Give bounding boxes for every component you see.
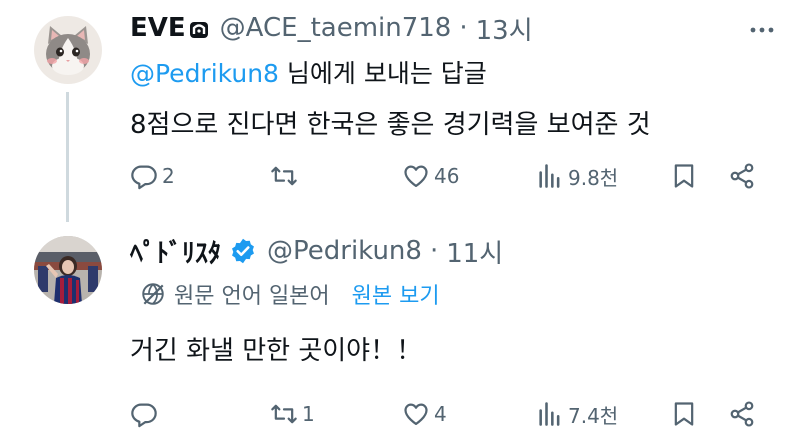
like-button[interactable]: 46 bbox=[402, 156, 459, 196]
handle[interactable]: @ACE_taemin718 bbox=[220, 13, 452, 43]
bookmark-button[interactable] bbox=[670, 156, 698, 196]
retweet-button[interactable]: 1 bbox=[270, 394, 315, 434]
tweet-text: 8점으로 진다면 한국은 좋은 경기력을 보여준 것 bbox=[130, 110, 651, 140]
more-icon bbox=[750, 27, 774, 33]
separator: · bbox=[459, 13, 468, 43]
reply-tweet[interactable]: EVE @ACE_taemin718 · 13시 @Pedrikun8 님에게 … bbox=[0, 0, 800, 222]
display-name[interactable]: ﾍﾟﾄﾞﾘｽﾀ bbox=[130, 233, 221, 270]
reply-button[interactable]: 2 bbox=[130, 156, 175, 196]
retweet-button[interactable] bbox=[270, 156, 302, 196]
retweet-count: 1 bbox=[302, 402, 315, 426]
more-options-button[interactable] bbox=[744, 12, 780, 48]
heart-icon bbox=[404, 403, 428, 426]
original-tweet[interactable]: ﾍﾟﾄﾞﾘｽﾀ @Pedrikun8 · 11시 원문 언어 일본어 원본 보기… bbox=[0, 222, 800, 447]
display-name[interactable]: EVE bbox=[130, 13, 186, 43]
show-original-link[interactable]: 원본 보기 bbox=[352, 278, 440, 310]
tweet-header: ﾍﾟﾄﾞﾘｽﾀ @Pedrikun8 · 11시 bbox=[130, 230, 503, 272]
views-icon bbox=[539, 164, 560, 188]
reply-button[interactable] bbox=[130, 394, 162, 434]
tweet-text: 거긴 화낼 만한 곳이야！！ bbox=[130, 336, 423, 366]
share-button[interactable] bbox=[728, 156, 756, 196]
mention-link[interactable]: @Pedrikun8 bbox=[130, 59, 279, 88]
views-button[interactable]: 7.4천 bbox=[536, 394, 618, 434]
share-icon bbox=[730, 163, 754, 189]
heart-icon bbox=[404, 165, 428, 188]
reply-icon bbox=[131, 165, 157, 190]
handle[interactable]: @Pedrikun8 bbox=[267, 236, 422, 266]
reply-count: 2 bbox=[162, 164, 175, 188]
tweet-header: EVE @ACE_taemin718 · 13시 bbox=[130, 8, 533, 48]
retweet-icon bbox=[271, 166, 297, 186]
verified-badge-icon bbox=[229, 237, 257, 265]
action-bar: 1 4 7.4천 bbox=[130, 394, 770, 434]
views-count: 7.4천 bbox=[568, 403, 619, 428]
separator: · bbox=[429, 236, 439, 266]
reply-to-line: @Pedrikun8 님에게 보내는 답글 bbox=[130, 54, 487, 90]
user-badge-icon bbox=[188, 16, 210, 40]
avatar[interactable] bbox=[34, 236, 102, 304]
thread-line bbox=[66, 92, 69, 222]
like-count: 4 bbox=[434, 402, 447, 426]
bookmark-icon bbox=[674, 164, 694, 188]
bookmark-button[interactable] bbox=[670, 394, 698, 434]
views-count: 9.8천 bbox=[568, 165, 619, 190]
like-count: 46 bbox=[434, 164, 460, 188]
reply-icon bbox=[131, 403, 157, 428]
bookmark-icon bbox=[674, 402, 694, 426]
share-icon bbox=[730, 401, 754, 427]
action-bar: 2 46 9.8천 bbox=[130, 156, 770, 196]
timestamp[interactable]: 13시 bbox=[476, 10, 533, 47]
avatar[interactable] bbox=[34, 16, 102, 84]
share-button[interactable] bbox=[728, 394, 756, 434]
like-button[interactable]: 4 bbox=[402, 394, 447, 434]
views-button[interactable]: 9.8천 bbox=[536, 156, 618, 196]
reply-to-suffix: 님에게 보내는 답글 bbox=[278, 59, 487, 88]
retweet-icon bbox=[271, 404, 297, 424]
translate-off-icon bbox=[142, 283, 164, 305]
translation-label: 원문 언어 일본어 bbox=[174, 284, 330, 309]
translation-notice: 원문 언어 일본어 원본 보기 bbox=[140, 278, 440, 310]
views-icon bbox=[539, 402, 560, 426]
timestamp[interactable]: 11시 bbox=[446, 233, 503, 270]
